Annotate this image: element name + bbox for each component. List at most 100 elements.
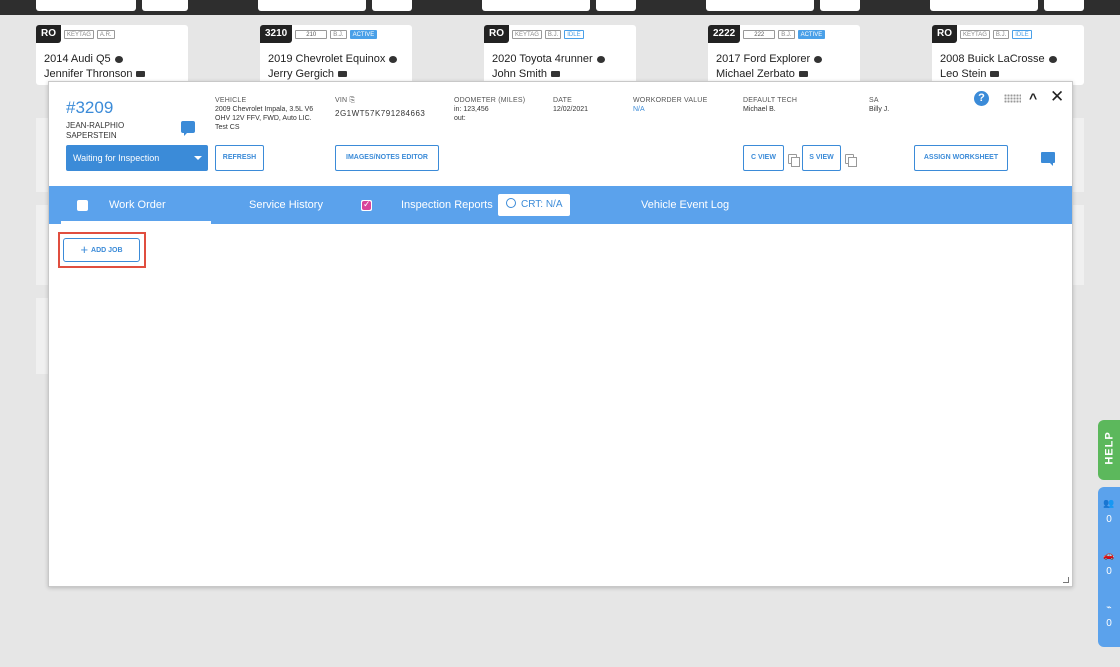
date-label: DATE (553, 97, 572, 104)
close-icon[interactable]: ✕ (1050, 87, 1064, 107)
ro-number: RO (484, 25, 509, 43)
active-tab-indicator (61, 221, 211, 224)
vehicle-info[interactable]: VEHICLE 2009 Chevrolet Impala, 3.5L V6 O… (215, 96, 325, 132)
tab-vehicle-event-log[interactable]: Vehicle Event Log (641, 186, 729, 224)
grid-icon[interactable] (1004, 94, 1021, 103)
vehicle-text: 2014 Audi Q5 (44, 53, 111, 65)
customer-text: Jennifer Thronson (44, 68, 133, 80)
date-info[interactable]: DATE 12/02/2021 (553, 96, 623, 114)
vehicles-counter[interactable]: 🚗 0 (1098, 550, 1120, 577)
card-tags: 3210 210 B.J. ACTIVE (260, 25, 378, 43)
keytag-badge: KEYTAG (64, 29, 94, 39)
plus-icon: + (80, 242, 89, 257)
stopwatch-icon (506, 198, 516, 208)
keytag-badge: KEYTAG (960, 29, 990, 39)
help-tab[interactable]: HELP (1098, 420, 1120, 480)
odometer-label: ODOMETER (MILES) (454, 97, 526, 104)
customer-text: Michael Zerbato (716, 68, 795, 80)
ro-card[interactable]: RO KEYTAG A.R. 2014 Audi Q5 Jennifer Thr… (36, 25, 188, 85)
sa-badge: A.R. (96, 29, 115, 39)
default-tech-info[interactable]: DEFAULT TECH Michael B. (743, 96, 833, 114)
customer-chat-icon[interactable] (181, 121, 195, 136)
top-cell (1044, 0, 1084, 11)
mail-icon[interactable] (798, 71, 808, 78)
copy-icon[interactable] (845, 154, 857, 167)
card-tags: RO KEYTAG B.J. IDLE (484, 25, 584, 43)
workorder-modal: #3209 JEAN-RALPHIO SAPERSTEIN VEHICLE 20… (48, 81, 1073, 587)
odometer-out: out: (454, 115, 466, 122)
top-cell (596, 0, 636, 11)
top-cell (372, 0, 412, 11)
sa-badge: B.J. (992, 29, 1010, 39)
people-icon: 👥 (1103, 498, 1115, 508)
tab-inspection-reports[interactable]: Inspection Reports (401, 186, 493, 224)
resize-handle[interactable] (1063, 577, 1069, 583)
sa-value: Billy J. (869, 106, 890, 113)
ro-number: 3210 (260, 25, 293, 43)
odometer-info[interactable]: ODOMETER (MILES) in: 123,456 out: (454, 96, 544, 123)
keytag-badge: KEYTAG (512, 29, 542, 39)
ro-number: 2222 (708, 25, 741, 43)
chat-icon[interactable] (114, 55, 123, 63)
sa-badge: B.J. (544, 29, 562, 39)
chat-icon[interactable] (389, 55, 398, 63)
workorder-number[interactable]: #3209 (66, 98, 113, 118)
workorder-value-info: WORKORDER VALUE N/A (633, 96, 733, 114)
status-dropdown[interactable]: Waiting for Inspection (66, 145, 208, 171)
add-job-button[interactable]: + ADD JOB (63, 238, 140, 262)
top-cell (258, 0, 366, 11)
chat-icon[interactable] (596, 55, 605, 63)
customers-counter[interactable]: 👥 0 (1098, 498, 1120, 525)
mail-icon[interactable] (338, 71, 348, 78)
vehicle-text: 2020 Toyota 4runner (492, 53, 593, 65)
keytag-badge: 210 (295, 29, 328, 39)
c-view-button[interactable]: C VIEW (743, 145, 784, 171)
sa-label: SA (869, 97, 879, 104)
card-customer: Jerry Gergich (268, 68, 348, 80)
mail-icon[interactable] (990, 71, 1000, 78)
mail-icon[interactable] (551, 71, 561, 78)
vin-label: VIN ⎘ (335, 96, 445, 105)
status-badge: IDLE (1012, 29, 1032, 39)
collapse-icon[interactable]: ^ (1029, 90, 1037, 106)
activity-counter[interactable]: ⌁ 0 (1098, 602, 1120, 629)
vin-info[interactable]: VIN ⎘ 2G1WT57K791284663 (335, 96, 445, 118)
card-customer: Leo Stein (940, 68, 1000, 80)
sa-badge: B.J. (778, 29, 795, 39)
s-view-button[interactable]: S VIEW (802, 145, 841, 171)
card-vehicle: 2019 Chevrolet Equinox (268, 53, 398, 65)
ro-card[interactable]: 3210 210 B.J. ACTIVE 2019 Chevrolet Equi… (260, 25, 412, 85)
customer-name[interactable]: JEAN-RALPHIO SAPERSTEIN (66, 121, 176, 141)
copy-icon[interactable] (788, 154, 800, 167)
tab-bar: Work Order Service History Inspection Re… (49, 186, 1072, 224)
help-icon[interactable]: ? (974, 91, 989, 106)
card-tags: RO KEYTAG A.R. (36, 25, 115, 43)
chat-icon[interactable] (814, 55, 823, 63)
tab-work-order[interactable]: Work Order (109, 186, 166, 224)
status-badge: ACTIVE (797, 29, 826, 39)
vehicle-text: 2019 Chevrolet Equinox (268, 53, 386, 65)
refresh-button[interactable]: REFRESH (215, 145, 264, 171)
sa-info[interactable]: SA Billy J. (869, 96, 919, 114)
images-notes-editor-button[interactable]: IMAGES/NOTES EDITOR (335, 145, 439, 171)
keytag-badge: 222 (743, 29, 776, 39)
status-badge: IDLE (564, 29, 584, 39)
inspection-checkbox[interactable] (361, 199, 372, 211)
work-order-checkbox[interactable] (77, 200, 88, 211)
customers-count: 0 (1106, 514, 1112, 525)
crt-timer[interactable]: CRT: N/A (498, 194, 570, 216)
top-cell (706, 0, 814, 11)
ro-card[interactable]: RO KEYTAG B.J. IDLE 2008 Buick LaCrosse … (932, 25, 1084, 85)
status-value: Waiting for Inspection (73, 153, 160, 163)
customer-text: Leo Stein (940, 68, 987, 80)
chat-icon[interactable] (1048, 55, 1057, 63)
copy-icon[interactable]: ⎘ (349, 97, 355, 104)
mail-icon[interactable] (136, 71, 146, 78)
ro-card[interactable]: RO KEYTAG B.J. IDLE 2020 Toyota 4runner … (484, 25, 636, 85)
comment-icon[interactable] (1041, 152, 1055, 166)
tab-service-history[interactable]: Service History (249, 186, 323, 224)
crt-text: CRT: N/A (521, 199, 563, 210)
ro-card[interactable]: 2222 222 B.J. ACTIVE 2017 Ford Explorer … (708, 25, 860, 85)
assign-worksheet-button[interactable]: ASSIGN WORKSHEET (914, 145, 1008, 171)
card-vehicle: 2014 Audi Q5 (44, 53, 123, 65)
